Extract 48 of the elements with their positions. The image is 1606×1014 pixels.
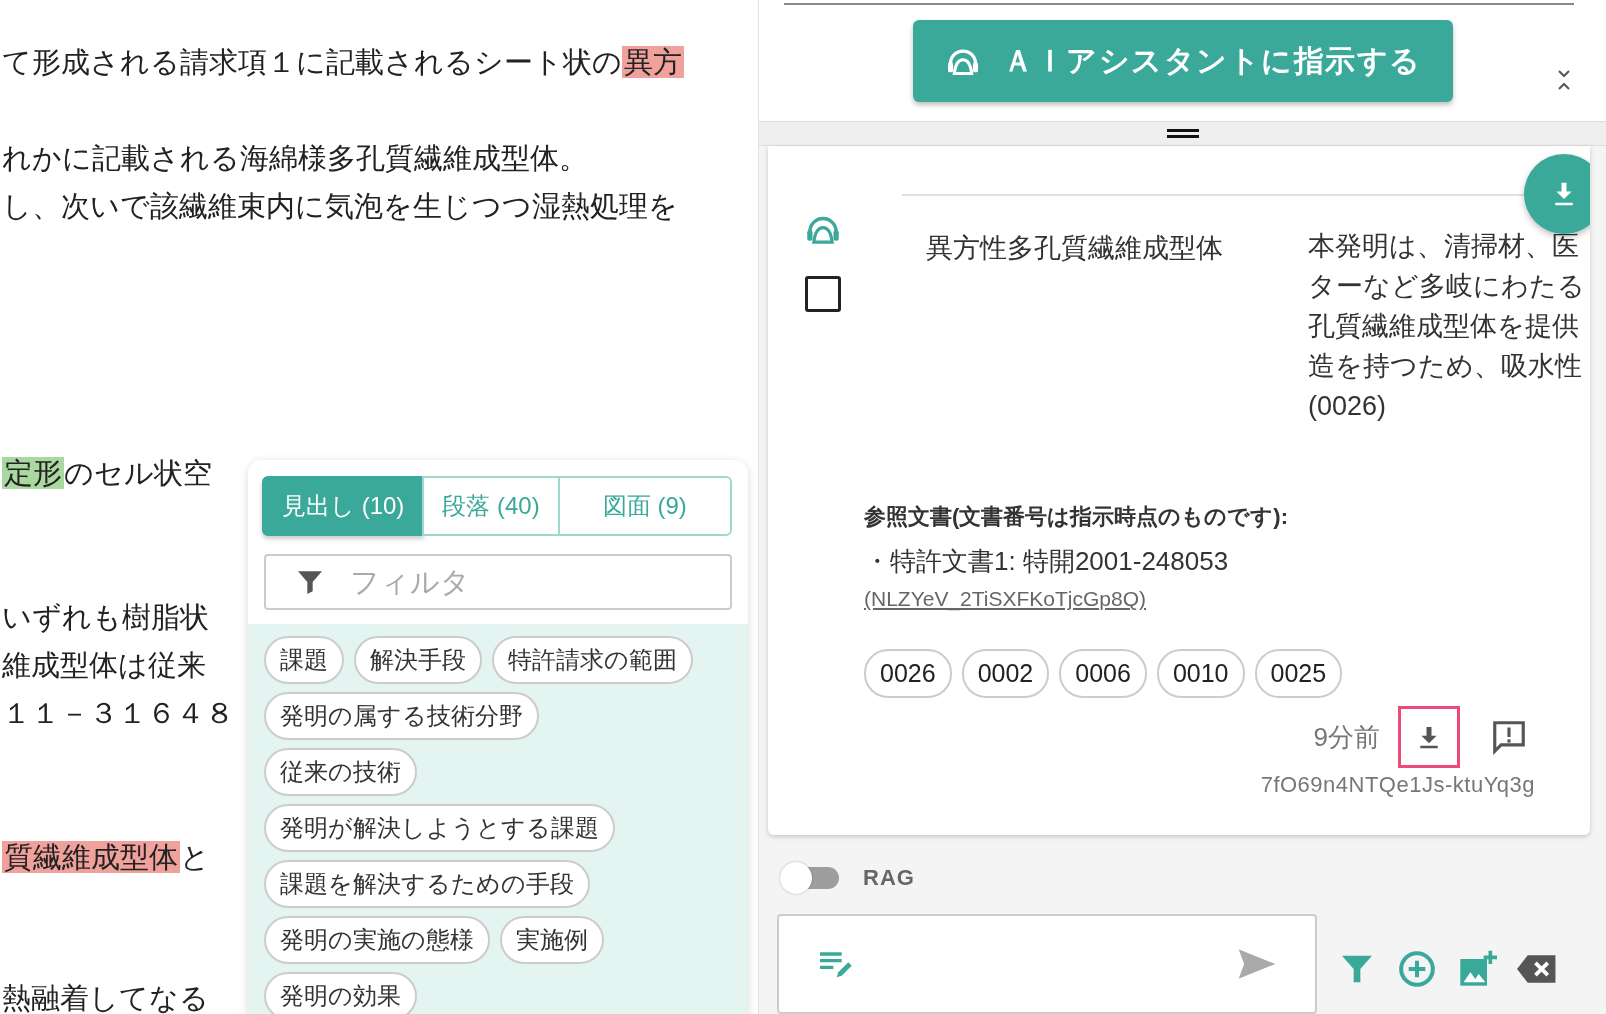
heading-chip[interactable]: 課題を解決するための手段 <box>264 860 590 908</box>
references-heading: 参照文書(文書番号は指示時点のものです): <box>864 503 1289 532</box>
document-line: し、次いで該繊維束内に気泡を生じつつ湿熱処理を <box>1 189 678 224</box>
rag-label: RAG <box>863 864 915 891</box>
summary-line: ターなど多岐にわたる <box>1308 270 1585 304</box>
heading-chip[interactable]: 発明が解決しようとする課題 <box>264 804 615 852</box>
highlighted-term: 質繊維成型体 <box>2 841 180 873</box>
document-line: いずれも樹脂状 <box>1 600 209 635</box>
checkbox[interactable] <box>805 276 841 313</box>
highlighted-term: 定形 <box>2 457 64 489</box>
document-line: 熱融着してなる <box>1 981 209 1014</box>
heading-chip[interactable]: 発明の実施の態様 <box>264 916 490 964</box>
document-link[interactable]: (NLZYeV_2TiSXFKoTjcGp8Q) <box>864 587 1147 612</box>
feedback-icon[interactable] <box>1490 718 1528 757</box>
add-circle-icon[interactable] <box>1397 949 1437 989</box>
paragraph-chip[interactable]: 0026 <box>864 649 952 699</box>
heading-chip[interactable]: 従来の技術 <box>264 748 417 796</box>
download-button[interactable] <box>1398 706 1460 769</box>
heading-chip[interactable]: 実施例 <box>500 916 604 964</box>
prompt-field[interactable] <box>777 914 1317 1014</box>
splitter-bar[interactable] <box>759 121 1606 147</box>
heading-chip[interactable]: 発明の効果 <box>264 972 417 1014</box>
summary-line: 本発明は、清掃材、医 <box>1308 230 1580 264</box>
document-line: 定形のセル状空 <box>1 456 212 491</box>
timestamp: 9分前 <box>1313 720 1380 754</box>
paragraph-chip[interactable]: 0002 <box>961 649 1050 699</box>
document-line: 維成型体は従来 <box>1 648 206 683</box>
filter-field[interactable]: フィルタ <box>264 554 732 610</box>
paragraph-chip[interactable]: 0006 <box>1059 649 1147 699</box>
heading-chip[interactable]: 課題 <box>264 636 344 684</box>
paragraph-chip[interactable]: 0010 <box>1156 649 1245 699</box>
result-title: 異方性多孔質繊維成型体 <box>925 232 1224 266</box>
paragraph-chip[interactable]: 0025 <box>1254 649 1343 699</box>
heading-chip[interactable]: 特許請求の範囲 <box>492 636 693 684</box>
document-line: １１－３１６４８ <box>1 696 234 731</box>
summary-line: 孔質繊維成型体を提供 <box>1308 310 1580 344</box>
heading-chip[interactable]: 解決手段 <box>354 636 482 684</box>
result-id: 7fO69n4NTQe1Js-ktuYq3g <box>1259 772 1535 799</box>
drag-handle-icon <box>1166 128 1199 139</box>
summary-line: 造を持つため、吸水性 <box>1308 350 1583 384</box>
document-line: れかに記載される海綿様多孔質繊維成型体。 <box>1 141 588 176</box>
summary-line: (0026) <box>1308 390 1388 424</box>
heading-chip[interactable]: 発明の属する技術分野 <box>264 692 539 740</box>
document-line: て形成される請求項１に記載されるシート状の異方 <box>1 45 684 80</box>
highlighted-term: 異方 <box>622 46 684 78</box>
reference-item: ・特許文書1: 特開2001-248053 <box>864 545 1230 579</box>
document-line: 質繊維成型体 と <box>1 840 210 875</box>
add-image-icon[interactable] <box>1457 949 1497 989</box>
